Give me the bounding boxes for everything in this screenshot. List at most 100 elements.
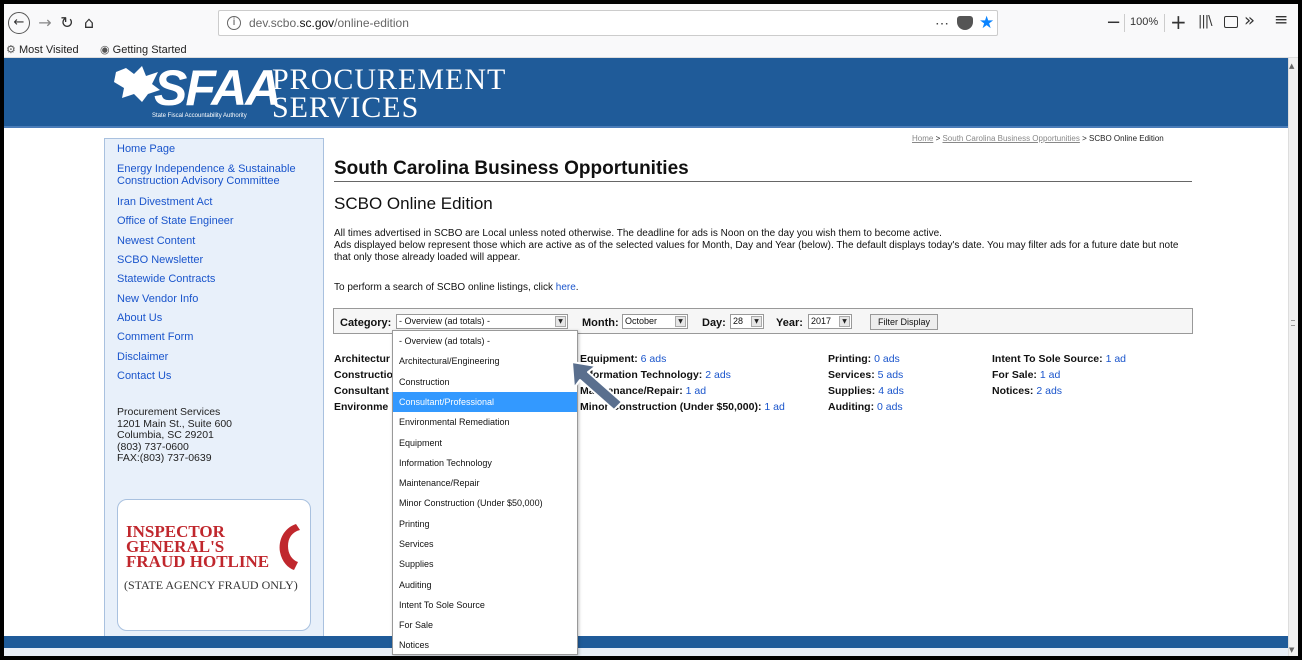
category-item: Notices: 2 ads [992, 385, 1063, 397]
scroll-down-icon[interactable]: ▼ [1289, 646, 1294, 654]
dropdown-option[interactable]: Supplies [393, 554, 577, 574]
category-item: Architectur [334, 353, 391, 365]
dropdown-option[interactable]: Construction [393, 372, 577, 392]
bookmark-getting-started[interactable]: ◉ Getting Started [100, 43, 187, 56]
category-label: Category: [340, 317, 392, 329]
annotation-arrow-icon [571, 361, 623, 411]
ad-count-link[interactable]: 1 ad [686, 385, 706, 397]
nav-about-us[interactable]: About Us [117, 312, 317, 324]
nav-disclaimer[interactable]: Disclaimer [117, 351, 317, 363]
banner-title-line2: SERVICES [272, 91, 420, 124]
vertical-scrollbar[interactable] [1288, 58, 1298, 656]
fraud-hotline-banner[interactable]: INSPECTOR GENERAL'S FRAUD HOTLINE (STATE… [117, 499, 311, 631]
nav-office-state-engineer[interactable]: Office of State Engineer [117, 215, 317, 227]
url-text: dev.scbo.sc.gov/online-edition [249, 16, 409, 30]
dropdown-option[interactable]: Maintenance/Repair [393, 473, 577, 493]
nav-statewide-contracts[interactable]: Statewide Contracts [117, 273, 317, 285]
nav-new-vendor-info[interactable]: New Vendor Info [117, 293, 317, 305]
intro-para: All times advertised in SCBO are Local u… [334, 228, 942, 239]
bookmark-most-visited[interactable]: ⚙ Most Visited [6, 43, 79, 56]
browser-toolbar: ← → ↻ ⌂ i dev.scbo.sc.gov/online-edition… [4, 4, 1298, 42]
back-arrow-icon[interactable]: ← [8, 12, 30, 34]
ad-count-link[interactable]: 2 ads [705, 369, 731, 381]
ad-count-link[interactable]: 1 ad [1106, 353, 1126, 365]
breadcrumb-home[interactable]: Home [912, 134, 933, 143]
nav-newest-content[interactable]: Newest Content [117, 235, 317, 247]
chevron-down-icon[interactable]: ▼ [839, 316, 850, 327]
breadcrumb: Home > South Carolina Business Opportuni… [912, 134, 1164, 143]
url-bar[interactable]: i dev.scbo.sc.gov/online-edition ⋯ ★ [218, 10, 998, 36]
nav-home-page[interactable]: Home Page [117, 143, 317, 155]
bookmarks-bar: ⚙ Most Visited ◉ Getting Started [4, 42, 1298, 58]
nav-contact-us[interactable]: Contact Us [117, 370, 317, 382]
ad-count-link[interactable]: 6 ads [641, 353, 667, 365]
category-item: Supplies: 4 ads [828, 385, 904, 397]
dropdown-option[interactable]: - Overview (ad totals) - [393, 331, 577, 351]
sfaa-logo-subtitle: State Fiscal Accountability Authority [152, 113, 247, 119]
forward-arrow-icon[interactable]: → [34, 12, 56, 34]
ad-count-link[interactable]: 4 ads [878, 385, 904, 397]
nav-comment-form[interactable]: Comment Form [117, 331, 317, 343]
divider [1124, 14, 1125, 32]
ad-count-link[interactable]: 1 ad [1040, 369, 1060, 381]
ad-count-link[interactable]: 0 ads [877, 401, 903, 413]
library-icon[interactable]: |||\ [1198, 14, 1212, 29]
dropdown-option[interactable]: For Sale [393, 615, 577, 635]
hamburger-menu-icon[interactable]: ≡ [1274, 10, 1288, 30]
chevron-down-icon[interactable]: ▼ [555, 316, 566, 327]
ad-count-link[interactable]: 2 ads [1036, 385, 1062, 397]
phone-handset-icon [279, 524, 300, 570]
dropdown-option[interactable]: Services [393, 534, 577, 554]
scroll-up-icon[interactable]: ▲ [1289, 62, 1294, 70]
nav-iran-divestment[interactable]: Iran Divestment Act [117, 196, 317, 208]
dropdown-option[interactable]: Auditing [393, 575, 577, 595]
breadcrumb-section[interactable]: South Carolina Business Opportunities [942, 134, 1079, 143]
category-select[interactable]: - Overview (ad totals) - ▼ [396, 314, 568, 329]
site-banner: SFAA State Fiscal Accountability Authori… [4, 58, 1288, 128]
month-label: Month: [582, 317, 619, 329]
chevron-down-icon[interactable]: ▼ [675, 316, 686, 327]
zoom-out-icon[interactable]: − [1106, 12, 1121, 33]
search-here-link[interactable]: here [556, 282, 576, 293]
dropdown-option[interactable]: Intent To Sole Source [393, 595, 577, 615]
overflow-chevron-icon[interactable]: » [1244, 10, 1255, 31]
dropdown-option[interactable]: Information Technology [393, 453, 577, 473]
page-actions-icon[interactable]: ⋯ [935, 15, 949, 32]
chevron-down-icon[interactable]: ▼ [751, 316, 762, 327]
day-select[interactable]: 28 ▼ [730, 314, 764, 329]
address-line: Procurement Services [117, 406, 221, 418]
dropdown-option[interactable]: Printing [393, 514, 577, 534]
scroll-thumb[interactable] [1291, 320, 1295, 326]
dropdown-option[interactable]: Equipment [393, 433, 577, 453]
sidebar-toggle-icon[interactable] [1224, 16, 1238, 28]
nav-scbo-newsletter[interactable]: SCBO Newsletter [117, 254, 317, 266]
reload-icon[interactable]: ↻ [56, 12, 78, 34]
fax-number: FAX:(803) 737-0639 [117, 452, 212, 464]
dropdown-option[interactable]: Environmental Remediation [393, 412, 577, 432]
category-item: Auditing: 0 ads [828, 401, 903, 413]
page-subtitle: SCBO Online Edition [334, 194, 493, 213]
dropdown-option[interactable]: Architectural/Engineering [393, 351, 577, 371]
sfaa-logo[interactable]: SFAA [154, 62, 281, 114]
category-dropdown-list[interactable]: - Overview (ad totals) - Architectural/E… [392, 330, 578, 655]
pocket-icon[interactable] [957, 16, 973, 30]
ad-count-link[interactable]: 1 ad [764, 401, 784, 413]
category-item: Services: 5 ads [828, 369, 904, 381]
dropdown-option[interactable]: Notices [393, 635, 577, 655]
filter-display-button[interactable]: Filter Display [870, 314, 938, 330]
info-icon[interactable]: i [227, 16, 241, 30]
dropdown-option-highlighted[interactable]: Consultant/Professional [393, 392, 577, 412]
month-select[interactable]: October ▼ [622, 314, 688, 329]
zoom-level[interactable]: 100% [1130, 16, 1158, 28]
ad-count-link[interactable]: 0 ads [874, 353, 900, 365]
ad-count-link[interactable]: 5 ads [878, 369, 904, 381]
bookmark-star-icon[interactable]: ★ [979, 13, 994, 33]
zoom-in-icon[interactable]: + [1170, 10, 1187, 34]
left-navigation: Home Page Energy Independence & Sustaina… [104, 138, 324, 638]
nav-energy-independence[interactable]: Energy Independence & Sustainable Constr… [117, 163, 317, 187]
year-select[interactable]: 2017 ▼ [808, 314, 852, 329]
dropdown-option[interactable]: Minor Construction (Under $50,000) [393, 493, 577, 513]
home-icon[interactable]: ⌂ [78, 12, 100, 34]
category-item: For Sale: 1 ad [992, 369, 1061, 381]
gear-icon: ⚙ [6, 43, 16, 56]
